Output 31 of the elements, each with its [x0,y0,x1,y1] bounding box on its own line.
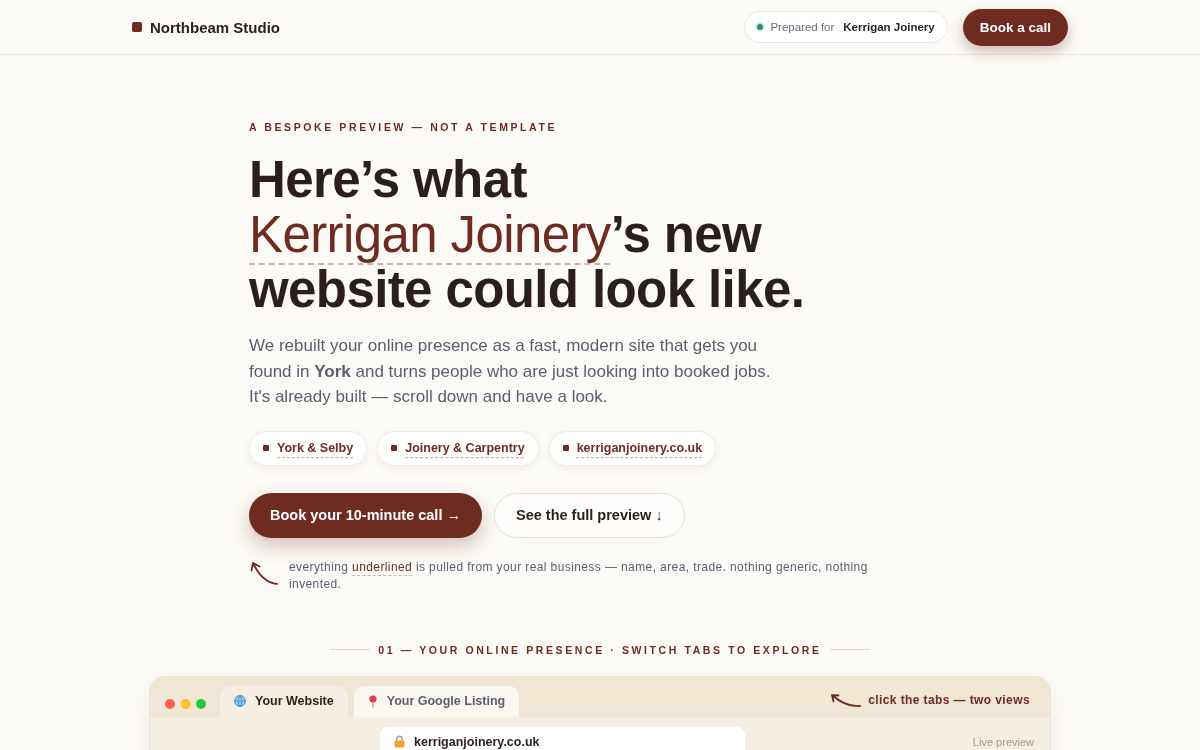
footnote-text: everything underlined is pulled from your real business — name, area, trade. nothing generic, nothing invented. [289,558,869,593]
preview-status: Live preview [972,735,1034,748]
client-name: Kerrigan Joinery [843,21,935,33]
eyebrow-text: A BESPOKE PREVIEW — NOT A TEMPLATE [249,121,559,134]
browser-tab[interactable]: Your Google Listing [353,685,520,717]
address-bar[interactable]: kerriganjoinery.co.uk [380,726,745,750]
hero-description: We rebuilt your online presence as a fast, modern site that gets you found in York and turns people who are just looking into booked jobs. It's already built — scroll down and have a look. [249,335,772,408]
brand-name: Northbeam Studio [150,18,280,36]
book-call-button[interactable]: Book your 10-minute call → [249,492,482,538]
bullet-icon [391,445,398,451]
tag-label: Joinery & Carpentry [405,441,525,455]
status-dot-icon [755,22,766,32]
url-text: kerriganjoinery.co.uk [414,734,540,749]
tabs-hint: click the tabs — two views [868,693,1030,707]
section-title: 01 — YOUR ONLINE PRESENCE · SWITCH TABS TO EXPLORE [378,642,822,657]
tag-label: kerriganjoinery.co.uk [576,441,703,455]
lock-icon [394,735,405,748]
globe-icon [234,695,246,707]
pin-icon [367,694,378,708]
bullet-icon [562,445,569,451]
curved-arrow-icon [249,559,279,586]
prepared-label: Prepared for [770,21,835,33]
bullet-icon [263,445,269,451]
curved-arrow-icon [829,691,863,709]
preview-button[interactable]: See the full preview ↓ [493,492,685,538]
tag-label: York & Selby [277,441,354,455]
book-call-button[interactable]: Book a call [962,8,1068,46]
window-controls-icon [165,698,206,709]
browser-tab[interactable]: Your Website [220,685,348,717]
logo-icon [132,22,142,32]
hero-headline: Here’s what Kerrigan Joinery’s new website could look like. [249,152,806,317]
